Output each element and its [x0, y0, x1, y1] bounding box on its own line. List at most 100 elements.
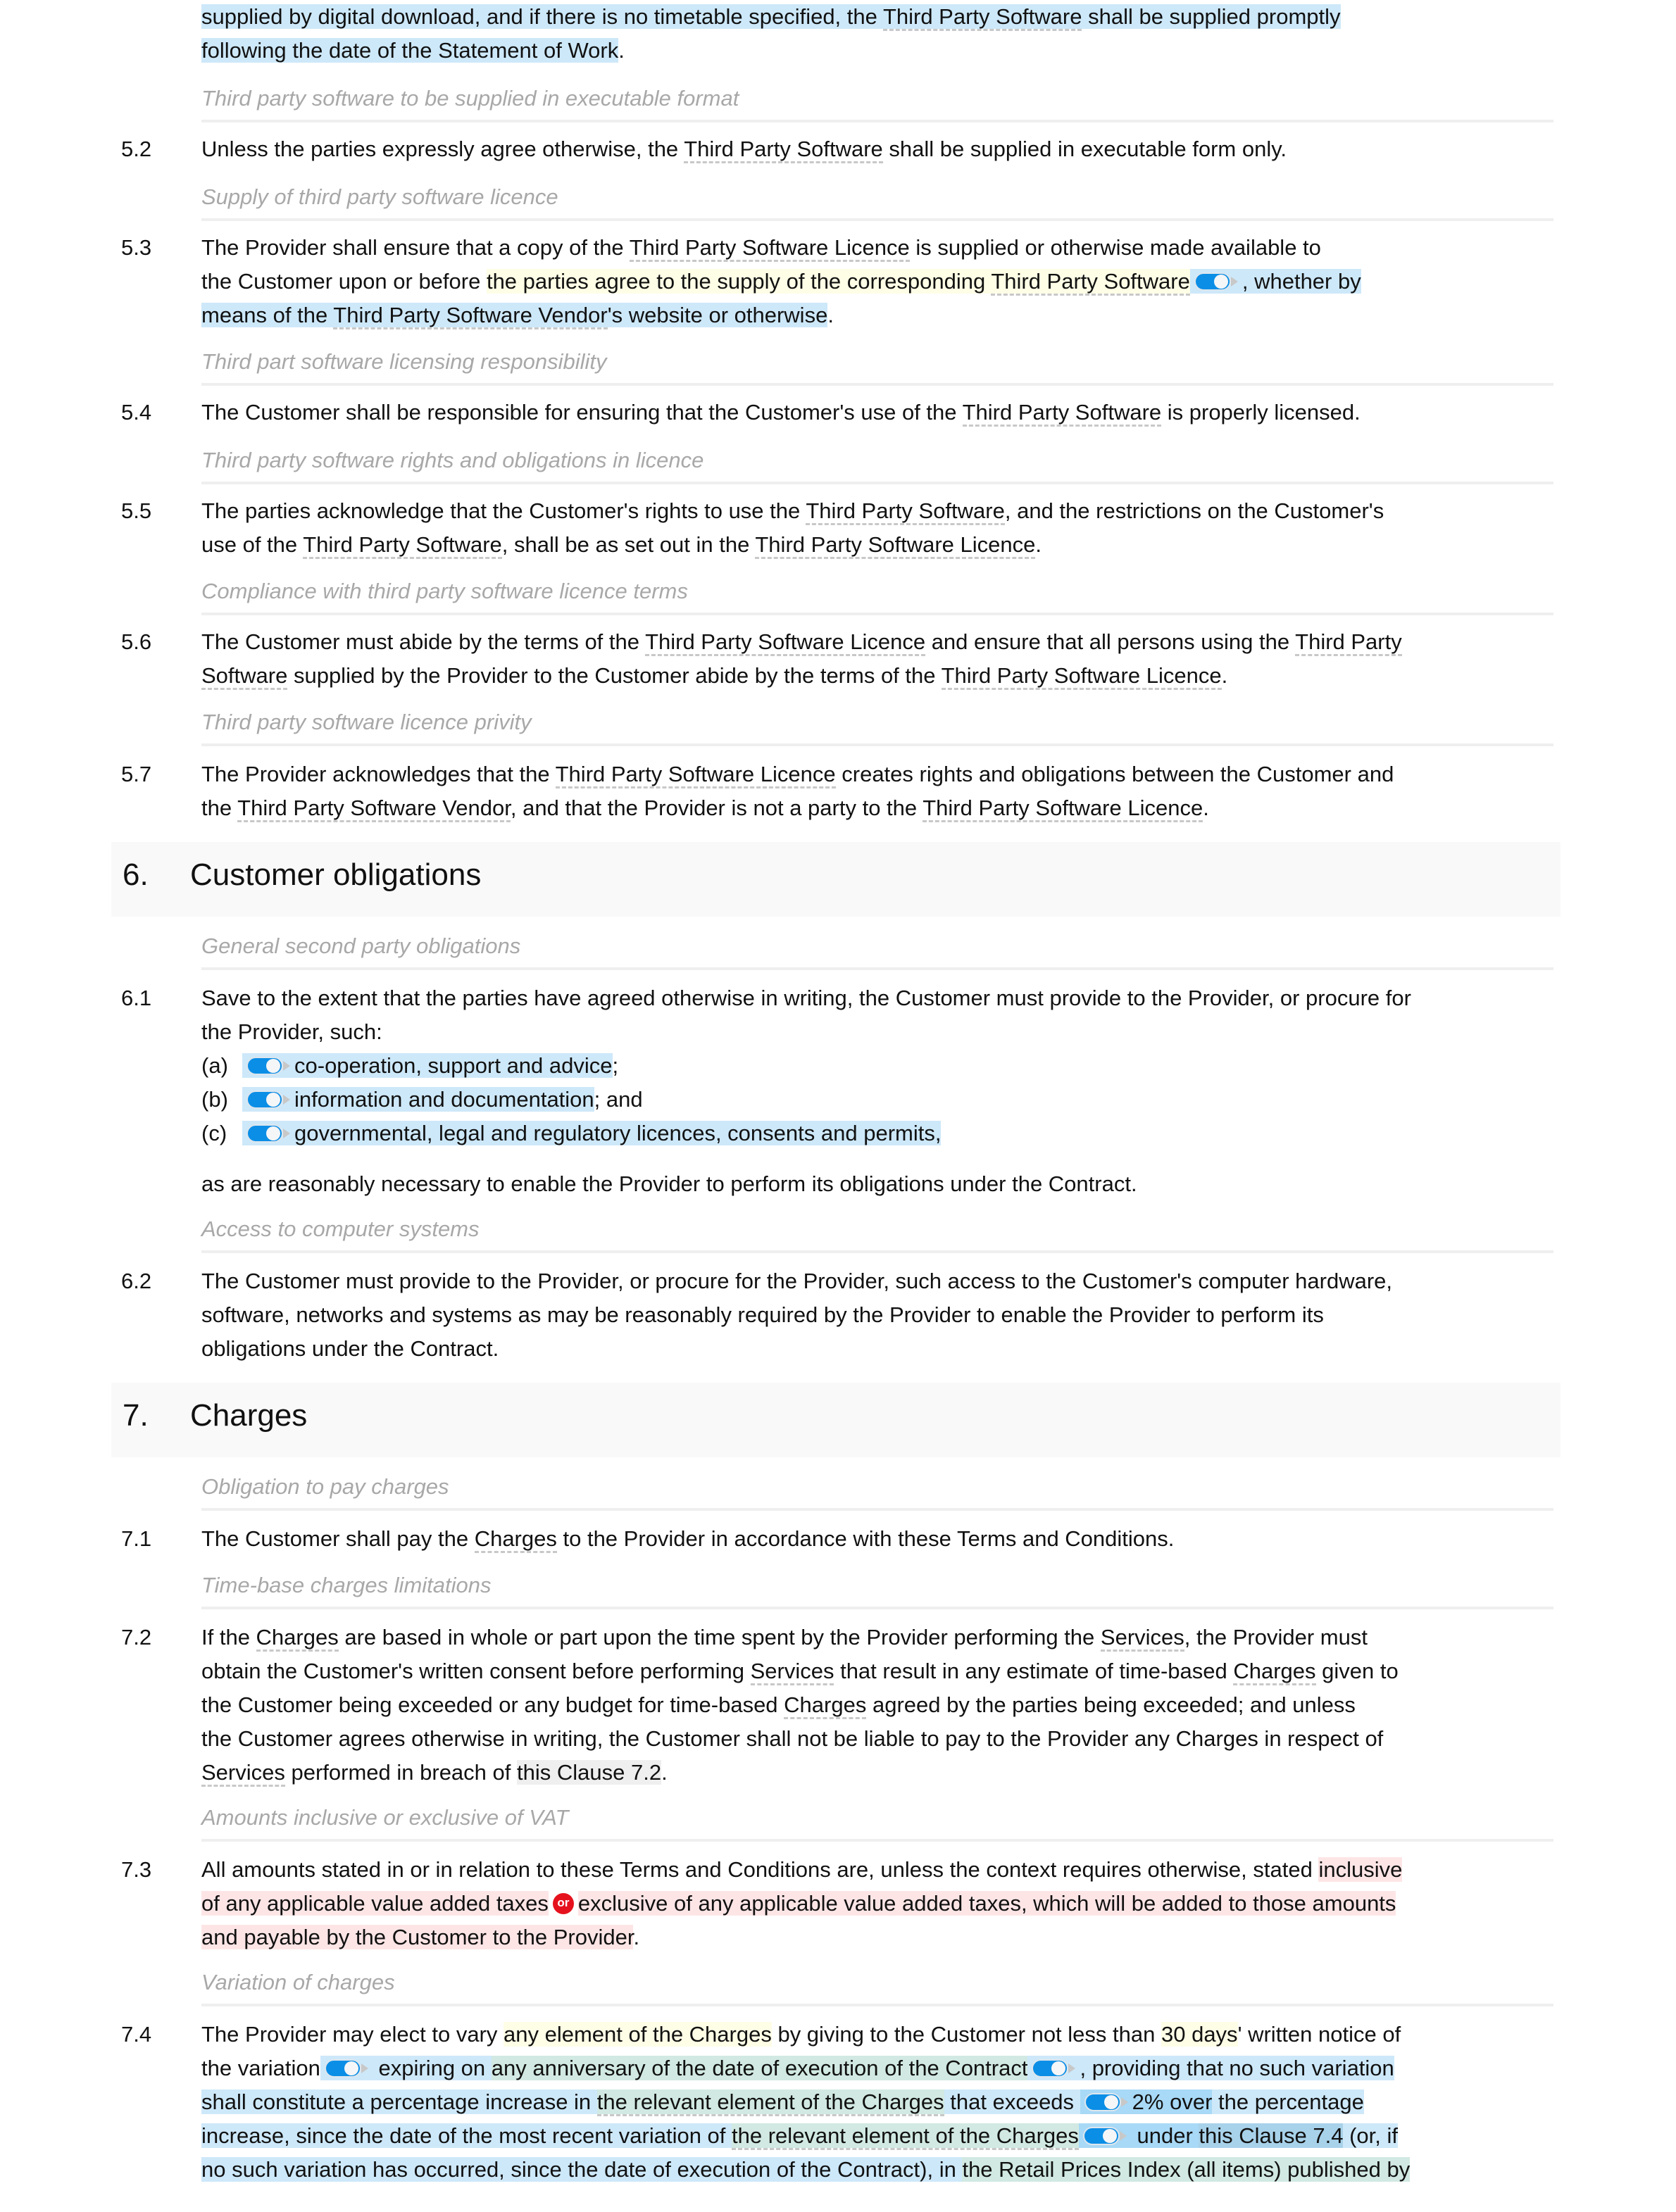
defined-term[interactable]: Third Party Software Licence: [629, 235, 910, 262]
defined-term[interactable]: Third Party Software: [882, 4, 1082, 31]
alternative-option-1[interactable]: inclusive: [1318, 1857, 1403, 1882]
subheading: Compliance with third party software lic…: [201, 579, 1553, 615]
variable-text[interactable]: the parties agree to the supply of the c…: [486, 269, 1190, 296]
defined-term[interactable]: Software: [201, 663, 288, 690]
section-heading-7: 7. Charges: [111, 1383, 1561, 1457]
defined-term[interactable]: Third Party Software: [991, 269, 1190, 296]
clause-body: The Customer shall be responsible for en…: [201, 396, 1561, 429]
sub-clause-label: (b): [201, 1087, 228, 1112]
subheading: Variation of charges: [201, 1970, 1553, 2006]
defined-term[interactable]: Third Party Software: [684, 137, 883, 163]
option-text[interactable]: , whether by: [1189, 269, 1361, 294]
clause-body: The parties acknowledge that the Custome…: [201, 494, 1561, 562]
option-toggle[interactable]: [1082, 2126, 1128, 2145]
defined-term[interactable]: Third Party Software: [962, 400, 1162, 427]
option-toggle[interactable]: [1032, 2059, 1077, 2078]
defined-term[interactable]: Charges: [256, 1625, 339, 1652]
sub-clause-item: (c) governmental, legal and regulatory l…: [201, 1117, 1561, 1150]
nested-option-text[interactable]: 2% over: [1080, 2090, 1213, 2114]
clause-body: The Provider acknowledges that the Third…: [201, 758, 1561, 825]
subheading: General second party obligations: [201, 934, 1553, 970]
defined-term[interactable]: Third Party Software Vendor: [333, 303, 608, 329]
clause-body: Unless the parties expressly agree other…: [201, 132, 1561, 166]
option-text[interactable]: no such variation has occurred, since th…: [201, 2157, 963, 2182]
clause-number: 7.4: [121, 2022, 152, 2047]
option-toggle[interactable]: [1084, 2092, 1130, 2111]
section-title: Customer obligations: [190, 857, 482, 892]
section-number: 7.: [123, 1398, 149, 1433]
alternative-text[interactable]: the relevant element of the Charges: [732, 2123, 1079, 2150]
subheading: Time-base charges limitations: [201, 1573, 1553, 1609]
subheading: Obligation to pay charges: [201, 1474, 1553, 1511]
clause-5-1-continuation: supplied by digital download, and if the…: [201, 4, 1341, 63]
defined-term[interactable]: Third Party Software Licence: [941, 663, 1222, 690]
expand-arrow-icon: [1119, 2130, 1127, 2141]
option-toggle[interactable]: [1194, 272, 1239, 291]
section-number: 6.: [123, 857, 149, 892]
expand-arrow-icon: [1120, 2097, 1128, 2107]
defined-term[interactable]: Services: [1100, 1625, 1184, 1652]
option-text[interactable]: information and documentation: [242, 1087, 594, 1112]
defined-term[interactable]: Charges: [784, 1692, 867, 1719]
clause-number: 5.2: [121, 137, 152, 161]
clause-number: 7.3: [121, 1857, 152, 1882]
or-switch-icon[interactable]: or: [552, 1892, 574, 1914]
clause-body: The Customer must provide to the Provide…: [201, 1269, 1392, 1361]
defined-term[interactable]: Third Party Software Vendor: [237, 796, 511, 822]
option-text[interactable]: (or, if: [1343, 2123, 1398, 2148]
clause-number: 6.2: [121, 1269, 152, 1293]
option-toggle[interactable]: [246, 1090, 292, 1109]
subheading: Supply of third party software licence: [201, 184, 1553, 221]
option-toggle[interactable]: [246, 1124, 292, 1143]
defined-term[interactable]: Third Party Software: [806, 498, 1005, 525]
expand-arrow-icon: [283, 1060, 290, 1071]
sub-clause-label: (c): [201, 1121, 227, 1145]
defined-term[interactable]: Services: [750, 1659, 834, 1685]
clause-number: 6.1: [121, 986, 152, 1010]
clause-cross-reference[interactable]: this Clause 7.4: [1199, 2123, 1344, 2148]
clause-body: If the Charges are based in whole or par…: [201, 1621, 1561, 1790]
option-text[interactable]: supplied by digital download, and if the…: [201, 4, 1341, 31]
option-text[interactable]: increase, since the date of the most rec…: [201, 2123, 732, 2148]
clause-number: 5.4: [121, 400, 152, 425]
defined-term[interactable]: Charges: [1233, 1659, 1316, 1685]
defined-term[interactable]: Third Party Software Licence: [923, 796, 1203, 822]
subheading: Third part software licensing responsibi…: [201, 349, 1553, 386]
option-text[interactable]: governmental, legal and regulatory licen…: [242, 1121, 942, 1145]
alternative-option-2[interactable]: and payable by the Customer to the Provi…: [201, 1925, 634, 1949]
option-toggle[interactable]: [324, 2059, 370, 2078]
alternative-option-1[interactable]: of any applicable value added taxes: [201, 1891, 549, 1916]
option-toggle[interactable]: [246, 1056, 292, 1075]
defined-term[interactable]: Charges: [474, 1526, 557, 1553]
defined-term[interactable]: Third Party: [1295, 629, 1402, 656]
clause-number: 7.1: [121, 1526, 152, 1551]
expand-arrow-icon: [361, 2063, 368, 2073]
variable-text[interactable]: 30 days: [1161, 2022, 1238, 2047]
defined-term[interactable]: Third Party Software Licence: [755, 532, 1036, 559]
alternative-text[interactable]: the Retail Prices Index (all items) publ…: [962, 2157, 1411, 2182]
clause-body: The Customer must abide by the terms of …: [201, 625, 1561, 693]
nested-option-text[interactable]: under: [1078, 2123, 1199, 2148]
option-text[interactable]: shall constitute a percentage increase i…: [201, 2090, 597, 2114]
option-text[interactable]: co-operation, support and advice: [242, 1053, 613, 1078]
clause-number: 5.7: [121, 762, 152, 786]
defined-term[interactable]: Third Party Software: [303, 532, 502, 559]
option-text[interactable]: following the date of the Statement of W…: [201, 38, 619, 63]
alternative-text[interactable]: the relevant element of the Charges: [596, 2090, 944, 2116]
option-text[interactable]: the percentage: [1212, 2090, 1364, 2114]
subheading: Amounts inclusive or exclusive of VAT: [201, 1805, 1553, 1842]
option-text[interactable]: , providing that no such variation: [1027, 2056, 1394, 2080]
alternative-option-2[interactable]: exclusive of any applicable value added …: [577, 1891, 1396, 1916]
expand-arrow-icon: [283, 1128, 290, 1138]
clause-cross-reference[interactable]: this Clause 7.2: [517, 1760, 662, 1785]
clause-body: Save to the extent that the parties have…: [201, 981, 1561, 1201]
defined-term[interactable]: Services: [201, 1760, 285, 1787]
option-text[interactable]: that exceeds: [944, 2090, 1080, 2114]
defined-term[interactable]: Third Party Software Licence: [645, 629, 926, 656]
option-text[interactable]: means of the Third Party Software Vendor…: [201, 303, 828, 329]
sub-clause-list: (a) co-operation, support and advice; (b…: [201, 1049, 1561, 1150]
variable-text[interactable]: any element of the Charges: [504, 2022, 772, 2047]
defined-term[interactable]: Third Party Software Licence: [555, 762, 836, 788]
option-text[interactable]: expiring on: [320, 2056, 492, 2080]
alternative-text[interactable]: any anniversary of the date of execution…: [491, 2056, 1028, 2080]
